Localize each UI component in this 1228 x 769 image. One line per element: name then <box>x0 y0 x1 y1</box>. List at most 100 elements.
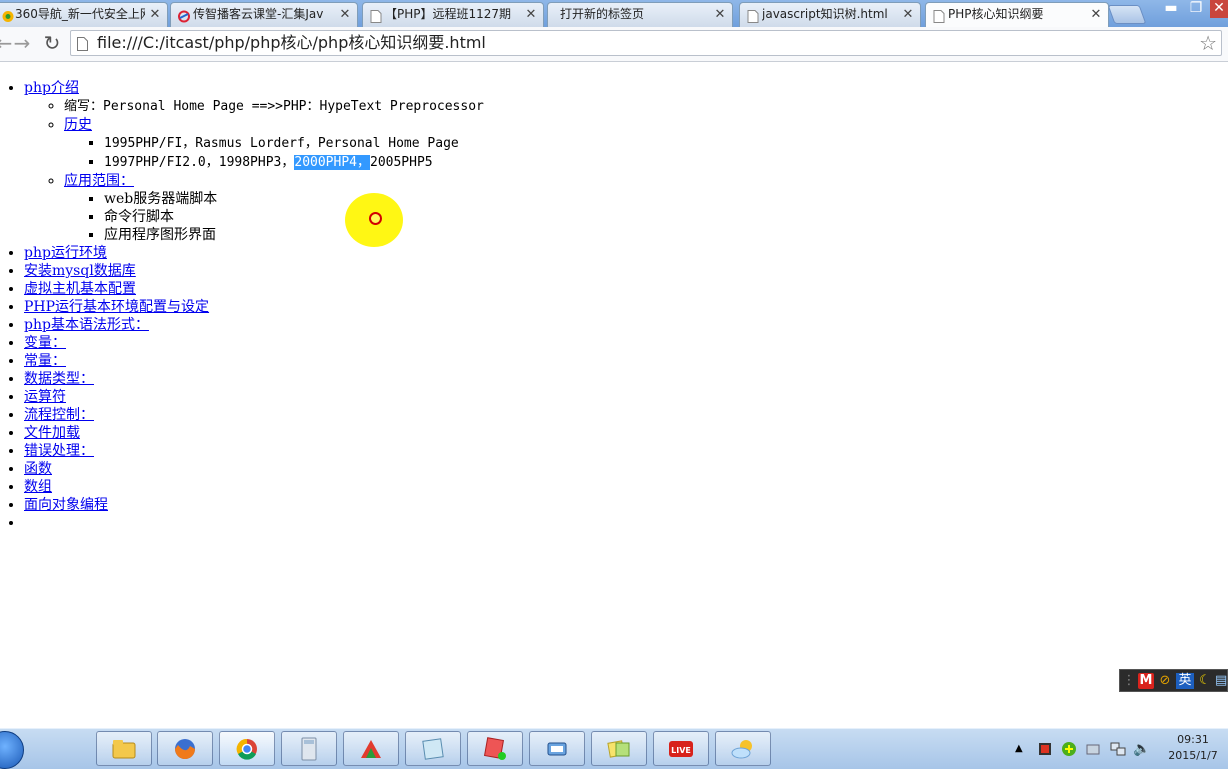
cloud-course-icon <box>178 8 190 23</box>
taskbar-xmind[interactable] <box>343 731 399 766</box>
tab-cloud-course[interactable]: 传智播客云课堂-汇集Jav ✕ <box>170 2 358 27</box>
topic-link[interactable]: 数组 <box>24 479 52 495</box>
reload-icon[interactable]: ↻ <box>40 31 64 55</box>
restore-icon[interactable]: ❐ <box>1184 0 1208 18</box>
list-item: php运行环境 <box>24 244 484 262</box>
notepad-icon <box>420 737 446 761</box>
show-hidden-icons[interactable]: ▲ <box>1015 741 1023 757</box>
topic-link[interactable]: 安装mysql数据库 <box>24 263 136 279</box>
list-item: web服务器端脚本 <box>104 190 484 208</box>
outline-list: php介绍 缩写：Personal Home Page ==>>PHP：Hype… <box>24 79 484 532</box>
scope-link[interactable]: 应用范围： <box>64 173 134 189</box>
tab-php-remote-class[interactable]: 【PHP】远程班1127期 ✕ <box>362 2 544 27</box>
topic-link[interactable]: 变量： <box>24 335 66 351</box>
topic-link[interactable]: 错误处理： <box>24 443 94 459</box>
history-link[interactable]: 历史 <box>64 117 92 133</box>
list-item: 1995PHP/FI，Rasmus Lorderf，Personal Home … <box>104 134 484 153</box>
list-item: 函数 <box>24 460 484 478</box>
close-icon[interactable]: ✕ <box>1090 3 1102 26</box>
close-icon[interactable]: ✕ <box>902 3 914 26</box>
explorer-icon <box>111 737 137 761</box>
drive-icon[interactable] <box>1086 741 1100 757</box>
taskbar-live[interactable]: LIVE <box>653 731 709 766</box>
taskbar-explorer[interactable] <box>96 731 152 766</box>
taskbar-firefox[interactable] <box>157 731 213 766</box>
taskbar-editor[interactable] <box>467 731 523 766</box>
star-icon[interactable]: ☆ <box>1199 31 1217 55</box>
menu-icon[interactable]: ▤ <box>1215 673 1227 689</box>
history-text: 1997PHP/FI2.0，1998PHP3，2000PHP4，2005PHP5 <box>104 155 433 170</box>
taskbar-remote-desktop[interactable] <box>529 731 585 766</box>
list-item: 虚拟主机基本配置 <box>24 280 484 298</box>
taskbar-weather[interactable] <box>715 731 771 766</box>
list-item: 缩写：Personal Home Page ==>>PHP：HypeText P… <box>64 97 484 116</box>
tab-title: 【PHP】远程班1127期 <box>385 7 512 21</box>
topic-link[interactable]: PHP运行基本环境配置与设定 <box>24 299 209 315</box>
history-text-part: 2005PHP5 <box>370 155 433 170</box>
moon-icon[interactable]: ☾ <box>1197 673 1213 689</box>
topic-link[interactable]: 面向对象编程 <box>24 497 108 513</box>
sticky-notes-icon <box>606 737 632 761</box>
topic-link[interactable]: 运算符 <box>24 389 66 405</box>
page-icon <box>370 8 382 23</box>
taskbar-chrome[interactable] <box>219 731 275 766</box>
plus-icon[interactable] <box>1061 741 1077 757</box>
windows-start-icon[interactable] <box>0 731 24 769</box>
list-item: 流程控制： <box>24 406 484 424</box>
browser-toolbar: ← → ↻ file:///C:/itcast/php/php核心/php核心知… <box>0 27 1228 62</box>
list-item: php基本语法形式： <box>24 316 484 334</box>
address-bar[interactable]: file:///C:/itcast/php/php核心/php核心知识纲要.ht… <box>70 30 1222 56</box>
close-icon[interactable]: ✕ <box>149 3 161 26</box>
minimize-icon[interactable]: ▬ <box>1160 0 1182 18</box>
list-item: 命令行脚本 <box>104 208 484 226</box>
clock-time: 09:31 <box>1177 733 1209 746</box>
weather-icon <box>730 737 756 761</box>
topic-link[interactable]: php基本语法形式： <box>24 317 149 333</box>
list-item: 安装mysql数据库 <box>24 262 484 280</box>
tab-new-tab-page[interactable]: 打开新的标签页 ✕ <box>547 2 733 27</box>
volume-icon[interactable]: 🔈 <box>1133 741 1150 757</box>
topic-link[interactable]: 数据类型： <box>24 371 94 387</box>
tab-php-core-outline[interactable]: PHP核心知识纲要 ✕ <box>925 2 1109 27</box>
editor-icon <box>482 737 508 761</box>
taskbar-sticky-notes[interactable] <box>591 731 647 766</box>
list-item: 面向对象编程 <box>24 496 484 514</box>
list-item: php介绍 缩写：Personal Home Page ==>>PHP：Hype… <box>24 79 484 244</box>
topic-link[interactable]: php运行环境 <box>24 245 107 261</box>
tab-javascript-tree[interactable]: javascript知识树.html ✕ <box>739 2 921 27</box>
taskbar-notepad[interactable] <box>405 731 461 766</box>
close-icon[interactable]: ✕ <box>714 3 726 26</box>
tab-360-nav[interactable]: 360导航_新一代安全上网 ✕ <box>0 2 168 27</box>
chrome-icon <box>234 737 260 761</box>
scope-text: web服务器端脚本 <box>104 191 218 207</box>
ime-logo-icon[interactable]: M <box>1138 673 1154 689</box>
taskbar-calculator[interactable] <box>281 731 337 766</box>
list-item: 错误处理： <box>24 442 484 460</box>
firefox-icon <box>172 737 198 761</box>
tab-title: 传智播客云课堂-汇集Jav <box>193 7 324 21</box>
scope-text: 命令行脚本 <box>104 209 174 225</box>
ime-lang-indicator[interactable]: 英 <box>1176 673 1194 689</box>
list-item: 应用程序图形界面 <box>104 226 484 244</box>
topic-link[interactable]: 流程控制： <box>24 407 94 423</box>
live-icon: LIVE <box>668 737 694 761</box>
new-tab-button[interactable] <box>1107 5 1147 24</box>
topic-link[interactable]: 文件加载 <box>24 425 80 441</box>
topic-link[interactable]: 常量： <box>24 353 66 369</box>
system-clock[interactable]: 09:31 2015/1/7 <box>1160 732 1226 764</box>
topic-link[interactable]: php介绍 <box>24 80 79 96</box>
arrow-right-icon[interactable]: → <box>10 31 34 55</box>
close-icon[interactable]: ✕ <box>339 3 351 26</box>
close-icon[interactable]: ✕ <box>525 3 537 26</box>
topic-link[interactable]: 虚拟主机基本配置 <box>24 281 136 297</box>
disabled-icon[interactable]: ⊘ <box>1157 673 1173 689</box>
list-item: 1997PHP/FI2.0，1998PHP3，2000PHP4，2005PHP5 <box>104 153 484 172</box>
network-icon[interactable] <box>1110 741 1126 757</box>
ime-toolbar[interactable]: ⋮ M ⊘ 英 ☾ ▤ <box>1119 669 1228 692</box>
grip-icon: ⋮ <box>1122 673 1136 688</box>
close-window-icon[interactable]: ✕ <box>1210 0 1228 18</box>
recorder-icon[interactable] <box>1038 741 1052 757</box>
topic-link[interactable]: 函数 <box>24 461 52 477</box>
page-icon <box>933 8 945 23</box>
empty-list-item <box>24 514 484 532</box>
